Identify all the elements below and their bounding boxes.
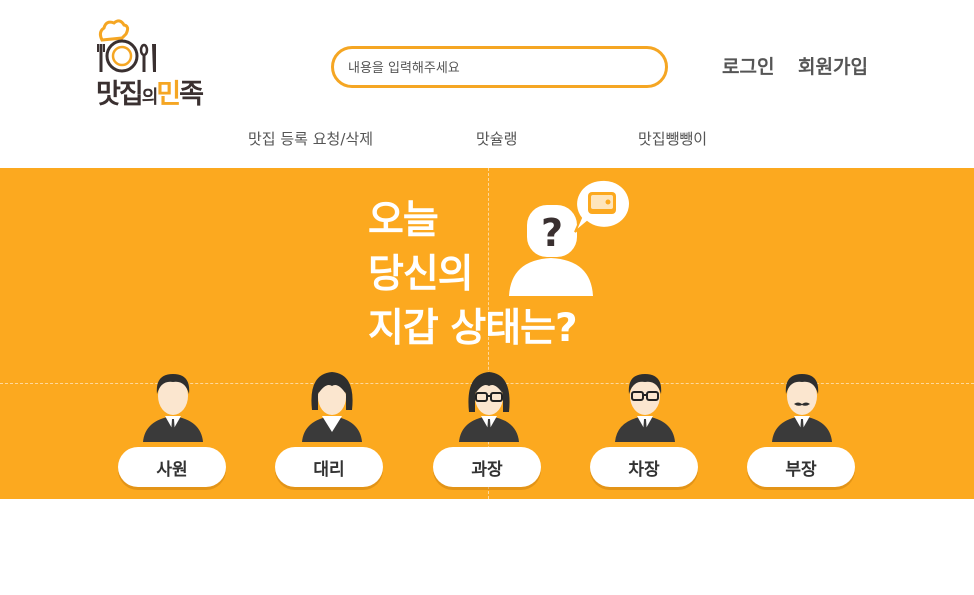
hero-banner: 오늘 당신의 지갑 상태는? ? 사원 대리 과장 차장 부장: [0, 168, 974, 499]
search-input[interactable]: [346, 49, 650, 87]
rank-button-assistant-manager[interactable]: 대리: [275, 447, 383, 487]
headline-line-3: 지갑 상태는?: [368, 306, 578, 351]
signup-link[interactable]: 회원가입: [798, 52, 868, 79]
rank-button-deputy-general-manager[interactable]: 차장: [590, 447, 698, 487]
chef-plate-icon: [97, 19, 156, 73]
site-logo[interactable]: 맛집의민족: [96, 14, 241, 110]
logo-text-part1: 맛집: [96, 79, 144, 110]
rank-button-manager[interactable]: 과장: [433, 447, 541, 487]
rank-button-staff[interactable]: 사원: [118, 447, 226, 487]
nav-item-register-request[interactable]: 맛집 등록 요청/삭제: [248, 128, 373, 149]
logo-text-part3: 민: [156, 79, 181, 110]
logo-wordmark: 맛집의민족: [96, 72, 204, 111]
employee-avatar-staff: [143, 374, 203, 442]
logo-text-part2: 의: [141, 87, 159, 108]
rank-button-general-manager[interactable]: 부장: [747, 447, 855, 487]
logo-text-part4: 족: [179, 79, 204, 110]
employee-avatar-deputy-general-manager: [615, 374, 675, 442]
question-mark-text: ?: [541, 211, 563, 255]
employee-avatar-general-manager: [772, 374, 832, 442]
login-link[interactable]: 로그인: [722, 52, 774, 79]
search-box[interactable]: [331, 46, 668, 88]
header: 맛집의민족 로그인 회원가입 맛집 등록 요청/삭제 맛슐랭 맛집뺑뺑이: [0, 0, 974, 168]
question-person-icon: ?: [509, 178, 630, 296]
employee-avatar-manager: [459, 372, 519, 442]
nav-item-matchelin[interactable]: 맛슐랭: [476, 128, 517, 149]
employee-avatar-assistant-manager: [302, 372, 362, 442]
nav-item-random-roulette[interactable]: 맛집뺑뺑이: [638, 128, 707, 149]
